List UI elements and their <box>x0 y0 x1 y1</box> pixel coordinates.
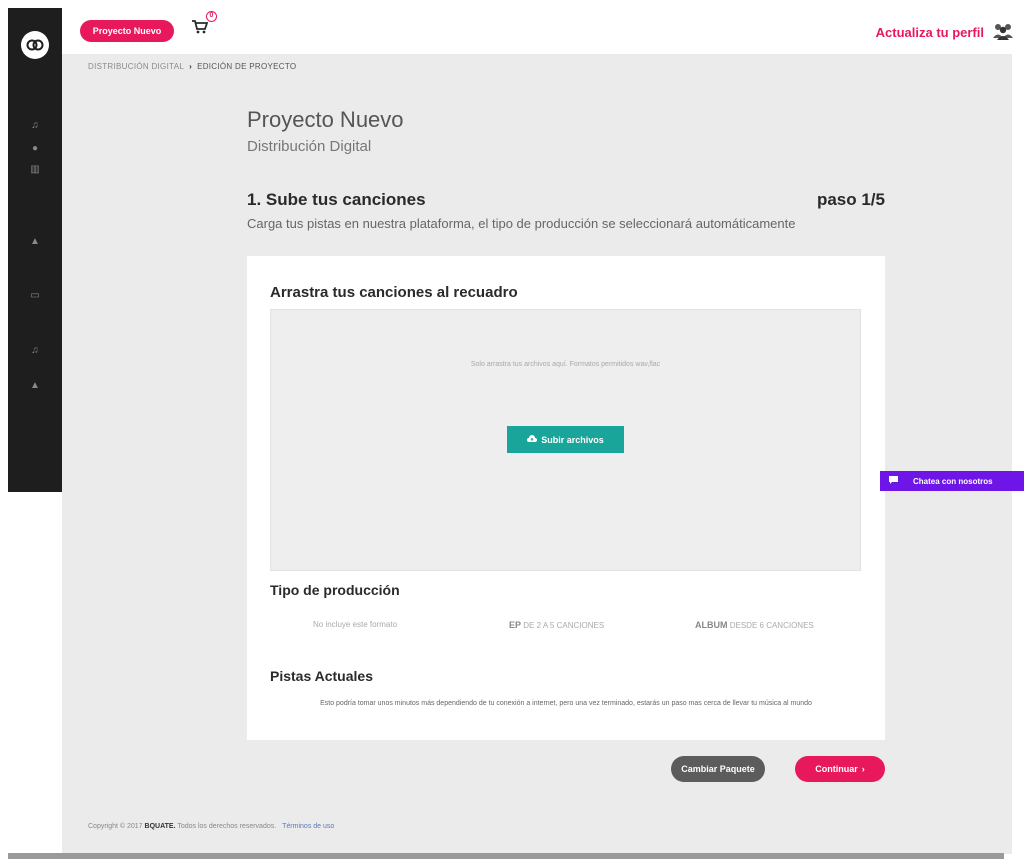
change-package-button[interactable]: Cambiar Paquete <box>671 756 765 782</box>
step-title: 1. Sube tus canciones <box>247 190 426 209</box>
breadcrumb-root[interactable]: DISTRIBUCIÓN DIGITAL <box>88 62 184 71</box>
footer-brand: BQUATE. <box>144 823 176 830</box>
footer-rights: Todos los derechos reservados. <box>177 823 277 830</box>
people-icon[interactable] <box>992 22 1014 40</box>
upload-files-button[interactable]: Subir archivos <box>507 426 624 453</box>
breadcrumb: DISTRIBUCIÓN DIGITAL › EDICIÓN DE PROYECTO <box>88 62 296 71</box>
current-tracks-title: Pistas Actuales <box>270 668 373 684</box>
new-project-button[interactable]: Proyecto Nuevo <box>80 20 174 42</box>
page-subtitle: Distribución Digital <box>247 138 372 155</box>
update-profile-link[interactable]: Actualiza tu perfil <box>876 25 984 40</box>
bquate-logo-icon[interactable] <box>21 31 49 59</box>
production-option-album: ALBUM DESDE 6 CANCIONES <box>695 620 814 630</box>
main-content: DISTRIBUCIÓN DIGITAL › EDICIÓN DE PROYECTO… <box>62 54 1012 854</box>
continue-button[interactable]: Continuar › <box>795 756 885 782</box>
dropzone[interactable]: Solo arrastra tus archivos aquí. Formato… <box>270 309 861 571</box>
cloud-upload-icon <box>527 434 538 445</box>
upload-card: Arrastra tus canciones al recuadro Solo … <box>247 256 885 740</box>
music-note-icon[interactable]: ♫ <box>28 344 42 358</box>
production-option-ep: EP DE 2 A 5 CANCIONES <box>509 620 604 630</box>
horizontal-scrollbar[interactable] <box>8 853 1004 859</box>
production-option: No incluye este formato <box>313 620 397 629</box>
production-option-text: DESDE 6 CANCIONES <box>729 621 814 630</box>
cart-count-badge: 0 <box>206 11 217 22</box>
page-title: Proyecto Nuevo <box>247 107 404 132</box>
upload-icon[interactable]: ▲ <box>28 235 42 249</box>
production-option-strong: EP <box>509 620 522 630</box>
production-option-text: No incluye este formato <box>313 620 398 629</box>
sidebar: ♫ ● ▥ ▲ ▭ ♫ ▲ <box>8 8 62 492</box>
person-icon[interactable]: ▲ <box>28 379 42 393</box>
terms-link[interactable]: Términos de uso <box>282 823 334 830</box>
cart-icon[interactable] <box>192 20 209 34</box>
production-option-text: DE 2 A 5 CANCIONES <box>523 621 605 630</box>
breadcrumb-separator: › <box>189 62 193 71</box>
footer: Copyright © 2017 BQUATE. Todos los derec… <box>88 823 334 830</box>
production-option-strong: ALBUM <box>695 620 728 630</box>
chat-bubble-icon <box>888 475 899 487</box>
step-description: Carga tus pistas en nuestra plataforma, … <box>247 216 796 231</box>
upload-title: Arrastra tus canciones al recuadro <box>270 284 518 301</box>
footer-copyright: Copyright © 2017 <box>88 823 143 830</box>
card-icon[interactable]: ▭ <box>28 289 42 303</box>
breadcrumb-current: EDICIÓN DE PROYECTO <box>197 62 297 71</box>
dot-icon[interactable]: ● <box>28 142 42 156</box>
chat-label: Chatea con nosotros <box>913 476 993 486</box>
production-type-title: Tipo de producción <box>270 582 400 598</box>
chat-widget-button[interactable]: Chatea con nosotros <box>880 471 1024 491</box>
current-tracks-description: Esto podría tomar unos minutos más depen… <box>320 700 812 707</box>
music-note-icon[interactable]: ♫ <box>28 119 42 133</box>
bars-icon[interactable]: ▥ <box>28 163 42 177</box>
step-count: paso 1/5 <box>816 190 885 209</box>
continue-label: Continuar <box>815 764 858 774</box>
dropzone-hint: Solo arrastra tus archivos aquí. Formato… <box>470 361 661 368</box>
chevron-right-icon: › <box>861 764 865 774</box>
top-bar: Proyecto Nuevo 0 Actualiza tu perfil <box>62 8 1024 54</box>
upload-files-label: Subir archivos <box>541 434 604 445</box>
